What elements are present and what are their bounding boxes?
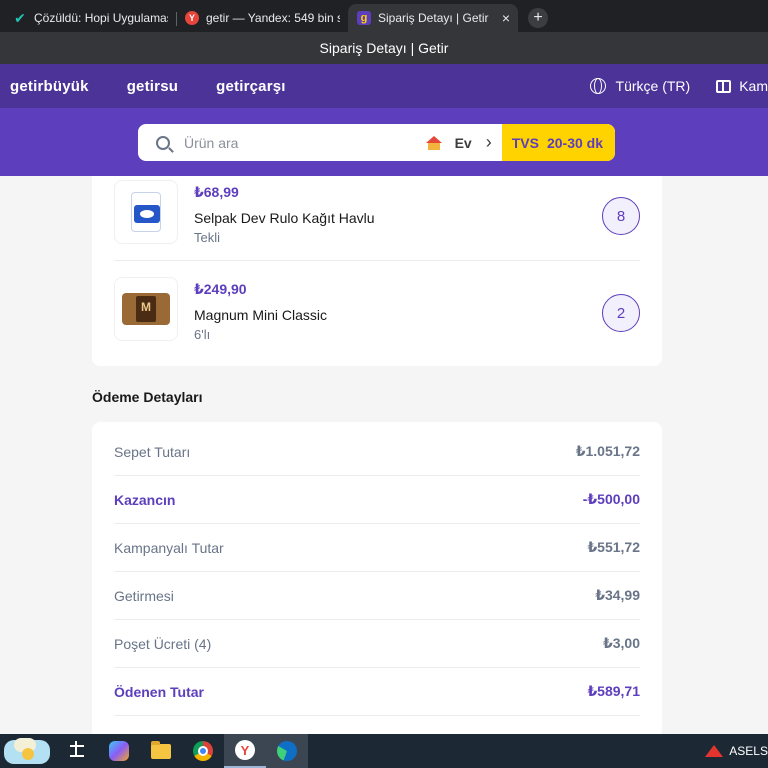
payment-row-delivery-fee: Getirmesi ₺34,99 [114,572,640,620]
payment-label: Ödenen Tutar [114,683,204,700]
payment-row-basket-total: Sepet Tutarı ₺1.051,72 [114,428,640,476]
nav-right: Türkçe (TR) Kam [589,64,768,108]
browser-tab-hopi[interactable]: ✔ Çözüldü: Hopi Uygulamasın [4,4,176,32]
payment-row-bag-fee: Poşet Ücreti (4) ₺3,00 [114,620,640,668]
chevron-right-icon: › [485,132,492,152]
edge-icon[interactable] [266,734,308,768]
product-price: ₺68,99 [194,184,239,200]
check-icon: ✔ [14,9,26,26]
eta-prefix: TVS [511,134,539,151]
browser-tab-strip: ✔ Çözüldü: Hopi Uygulamasın Y getir — Ya… [0,0,768,32]
nav-item-getirsu[interactable]: getirsu [127,78,178,95]
weather-widget-icon[interactable] [0,734,52,768]
product-name: Selpak Dev Rulo Kağıt Havlu [194,210,375,226]
payment-details-title: Ödeme Detayları [92,389,203,405]
payment-value: ₺589,71 [587,683,640,699]
product-variant: Tekli [194,230,221,245]
product-price: ₺249,90 [194,281,247,297]
close-icon[interactable]: × [502,10,510,26]
campaigns-link[interactable]: Kam [716,78,768,94]
tab-label: Sipariş Detayı | Getir [378,11,489,25]
payment-value: -₺500,00 [582,491,640,507]
payment-value: ₺551,72 [587,539,640,555]
system-tray: ASELS [705,744,768,758]
payment-value: ₺34,99 [595,587,640,603]
top-nav: getirbüyük getirsu getirçarşı Türkçe (TR… [0,64,768,108]
page-content: ₺68,99 Selpak Dev Rulo Kağıt Havlu Tekli… [0,176,768,734]
tab-label: Çözüldü: Hopi Uygulamasın [34,11,168,25]
product-row: ₺68,99 Selpak Dev Rulo Kağıt Havlu Tekli… [114,176,640,260]
product-row: ₺249,90 Magnum Mini Classic 6'lı 2 [114,260,640,356]
payment-value: ₺1.051,72 [575,443,640,459]
search-band: Ev › TVS 20-30 dk [0,108,768,176]
payment-details-card: Sepet Tutarı ₺1.051,72 Kazancın -₺500,00… [92,422,662,734]
house-icon [425,135,442,150]
product-name: Magnum Mini Classic [194,307,328,323]
address-label: Ev [454,134,472,151]
language-label: Türkçe (TR) [615,78,691,94]
eta-time: 20-30 dk [546,134,603,151]
search-input[interactable] [184,134,414,151]
product-variant: 6'lı [194,327,211,342]
browser-tab-getir[interactable]: g Sipariş Detayı | Getir × [348,4,518,32]
quantity-badge: 8 [602,197,640,235]
new-tab-button[interactable]: + [528,8,548,28]
campaigns-label: Kam [739,78,768,94]
payment-label: Getirmesi [114,587,174,604]
delivery-eta-badge: TVS 20-30 dk [501,124,615,161]
window-title: Sipariş Detayı | Getir [0,32,768,64]
language-selector[interactable]: Türkçe (TR) [589,78,691,94]
search-icon [156,135,170,150]
payment-row-campaign-total: Kampanyalı Tutar ₺551,72 [114,524,640,572]
payment-label: Kampanyalı Tutar [114,539,224,556]
nav-item-getirbuyuk[interactable]: getirbüyük [10,78,89,95]
browser-tab-yandex[interactable]: Y getir — Yandex: 549 bin sonu [176,4,348,32]
payment-row-paid-total: Ödenen Tutar ₺589,71 [114,668,640,716]
payment-label: Kazancın [114,491,176,508]
taskbar: Y ASELS [0,734,768,768]
globe-icon [589,78,606,94]
address-selector[interactable]: Ev › TVS 20-30 dk [425,124,615,161]
yandex-icon: Y [184,10,200,26]
tab-label: getir — Yandex: 549 bin sonu [206,11,340,25]
chrome-icon[interactable] [182,734,224,768]
payment-label: Poşet Ücreti (4) [114,635,212,652]
copilot-icon[interactable] [98,734,140,768]
aselsan-icon [705,745,724,757]
file-explorer-icon[interactable] [140,734,182,768]
nav-item-getircarsi[interactable]: getirçarşı [216,78,286,95]
tray-label[interactable]: ASELS [729,744,768,758]
payment-label: Sepet Tutarı [114,443,191,460]
paper-towel-image [114,180,178,244]
getir-icon: g [356,10,372,26]
gift-icon [716,79,732,93]
products-card: ₺68,99 Selpak Dev Rulo Kağıt Havlu Tekli… [92,176,662,366]
task-view-icon[interactable] [56,734,98,768]
search-bar: Ev › TVS 20-30 dk [138,124,615,161]
ice-cream-image [114,277,178,341]
payment-row-savings: Kazancın -₺500,00 [114,476,640,524]
yandex-browser-icon[interactable]: Y [224,734,266,768]
payment-value: ₺3,00 [603,635,640,651]
quantity-badge: 2 [602,294,640,332]
